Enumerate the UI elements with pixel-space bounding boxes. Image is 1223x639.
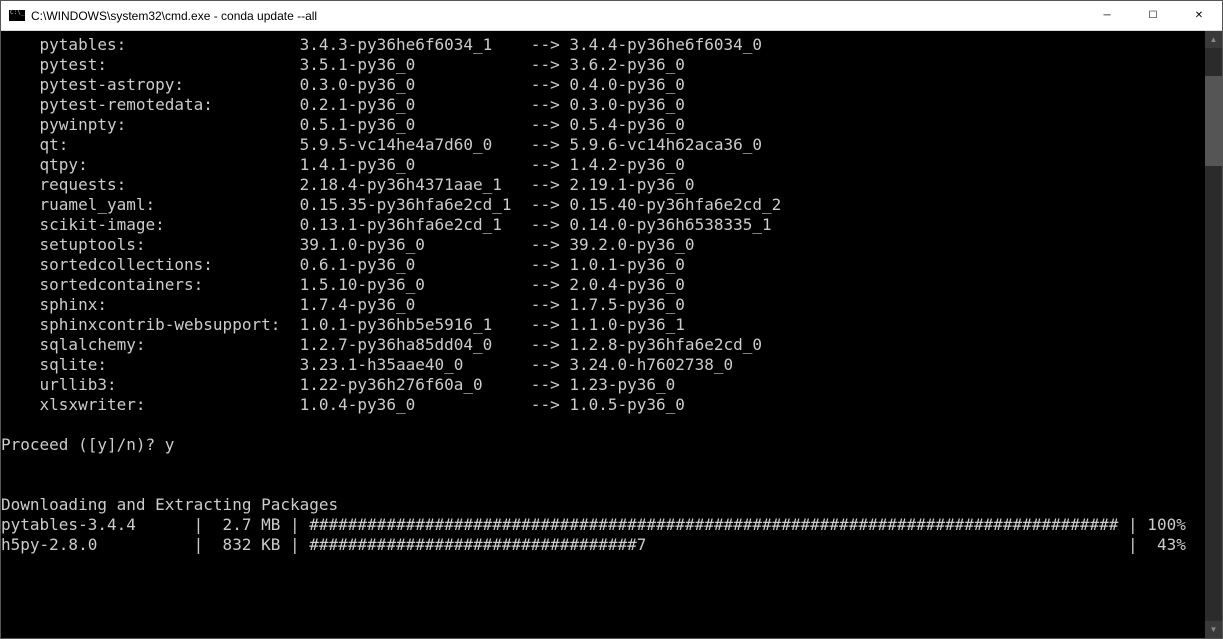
cmd-window: C:\WINDOWS\system32\cmd.exe - conda upda… <box>0 0 1223 639</box>
close-button[interactable]: ✕ <box>1176 1 1222 31</box>
terminal-area: pytables: 3.4.3-py36he6f6034_1 --> 3.4.4… <box>1 31 1222 638</box>
maximize-button[interactable]: ☐ <box>1130 1 1176 31</box>
titlebar: C:\WINDOWS\system32\cmd.exe - conda upda… <box>1 1 1222 31</box>
terminal-output[interactable]: pytables: 3.4.3-py36he6f6034_1 --> 3.4.4… <box>1 31 1205 638</box>
cmd-icon <box>9 10 25 21</box>
window-title: C:\WINDOWS\system32\cmd.exe - conda upda… <box>31 9 1084 23</box>
scroll-up-button[interactable]: ▲ <box>1205 31 1222 48</box>
scroll-thumb[interactable] <box>1205 76 1222 166</box>
minimize-button[interactable]: ─ <box>1084 1 1130 31</box>
scroll-down-button[interactable]: ▼ <box>1205 621 1222 638</box>
scrollbar[interactable]: ▲ ▼ <box>1205 31 1222 638</box>
